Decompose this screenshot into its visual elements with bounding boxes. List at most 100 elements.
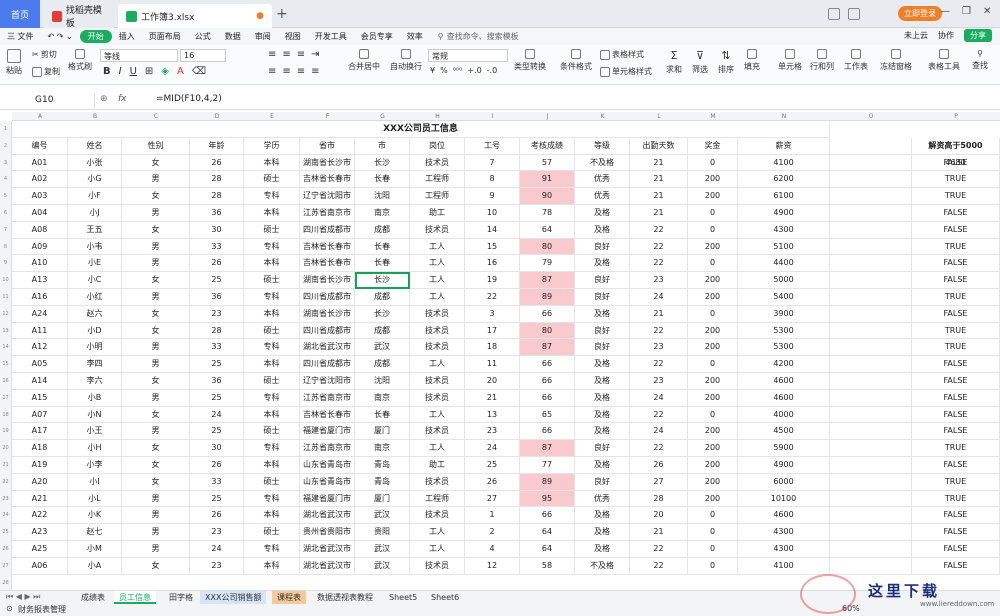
data-cell[interactable]: 良好 — [575, 289, 630, 306]
row-header[interactable]: 24 — [0, 507, 12, 525]
data-cell[interactable]: 女 — [122, 221, 190, 239]
number-format-select[interactable]: 常规 — [428, 49, 508, 62]
data-cell[interactable]: 200 — [688, 473, 738, 491]
data-cell[interactable]: 57 — [520, 154, 575, 172]
header-cell[interactable]: 考核成绩 — [520, 137, 575, 155]
empty-cell[interactable] — [830, 205, 912, 222]
row-header[interactable]: 16 — [0, 373, 12, 390]
restore-icon[interactable]: ❐ — [962, 6, 971, 17]
data-cell[interactable]: 23 — [630, 373, 688, 390]
data-cell[interactable]: 87 — [520, 339, 575, 357]
empty-cell[interactable] — [830, 171, 912, 189]
data-cell[interactable]: FALSE — [912, 457, 1000, 474]
tab-template[interactable]: 找稻壳模板 — [44, 4, 114, 29]
data-cell[interactable]: 湖北省武汉市 — [300, 507, 355, 525]
data-cell[interactable]: 9 — [465, 188, 520, 205]
data-cell[interactable]: 良好 — [575, 322, 630, 340]
data-cell[interactable]: 男 — [122, 289, 190, 306]
data-cell[interactable]: 小I — [68, 473, 122, 491]
header-cell[interactable]: 编号 — [12, 137, 68, 155]
sheet-tab[interactable]: 课程表 — [272, 591, 306, 604]
data-cell[interactable]: TRUE — [912, 188, 1000, 205]
data-cell[interactable]: 36 — [190, 289, 244, 306]
empty-cell[interactable] — [830, 389, 912, 407]
data-cell[interactable]: 27 — [465, 490, 520, 508]
data-cell[interactable]: 女 — [122, 557, 190, 575]
data-cell[interactable]: 22 — [630, 255, 688, 273]
data-cell[interactable]: 吉林省长春市 — [300, 171, 355, 189]
row-header[interactable]: 17 — [0, 389, 12, 407]
data-cell[interactable]: 及格 — [575, 389, 630, 407]
row-header[interactable]: 2 — [0, 137, 12, 155]
data-cell[interactable]: 12 — [465, 557, 520, 575]
data-cell[interactable]: TRUE — [912, 289, 1000, 306]
header-cell[interactable]: 年龄 — [190, 137, 244, 155]
data-cell[interactable]: 女 — [122, 373, 190, 390]
data-cell[interactable]: TRUE — [912, 473, 1000, 491]
data-cell[interactable]: 长春 — [355, 238, 410, 256]
data-cell[interactable]: 工人 — [410, 255, 465, 273]
data-cell[interactable]: 四川省成都市 — [300, 221, 355, 239]
row-header[interactable]: 7 — [0, 221, 12, 239]
data-cell[interactable]: 200 — [688, 272, 738, 289]
data-cell[interactable]: FALSE — [912, 255, 1000, 273]
data-cell[interactable]: 4200 — [738, 356, 830, 373]
empty-cell[interactable] — [830, 322, 912, 340]
cond-format-button[interactable]: 条件格式 — [560, 49, 592, 72]
data-cell[interactable]: 四川省成都市 — [300, 289, 355, 306]
data-cell[interactable]: 0 — [688, 255, 738, 273]
data-cell[interactable]: 南京 — [355, 440, 410, 457]
data-cell[interactable]: 男 — [122, 356, 190, 373]
empty-cell[interactable] — [830, 557, 912, 575]
data-cell[interactable]: 硕士 — [244, 423, 300, 441]
data-cell[interactable]: 工人 — [410, 272, 465, 289]
empty-cell[interactable] — [830, 305, 912, 323]
header-cell[interactable]: 学历 — [244, 137, 300, 155]
data-cell[interactable]: 28 — [190, 188, 244, 205]
data-cell[interactable]: 23 — [465, 423, 520, 441]
data-cell[interactable]: 66 — [520, 305, 575, 323]
data-cell[interactable]: 成都 — [355, 289, 410, 306]
data-cell[interactable]: 沈阳 — [355, 373, 410, 390]
data-cell[interactable]: 男 — [122, 339, 190, 357]
data-cell[interactable]: 吉林省长春市 — [300, 255, 355, 273]
data-cell[interactable]: 助工 — [410, 457, 465, 474]
data-cell[interactable]: 26 — [190, 154, 244, 172]
menu-file[interactable]: 三 文件 — [0, 31, 41, 42]
data-cell[interactable]: 87 — [520, 272, 575, 289]
data-cell[interactable]: 91 — [520, 171, 575, 189]
data-cell[interactable]: 26 — [630, 457, 688, 474]
data-cell[interactable]: 男 — [122, 507, 190, 525]
data-cell[interactable]: 200 — [688, 490, 738, 508]
data-cell[interactable]: 武汉 — [355, 541, 410, 558]
data-cell[interactable]: 23 — [190, 305, 244, 323]
cloud-status[interactable]: 未上云 — [904, 30, 928, 41]
data-cell[interactable]: 200 — [688, 238, 738, 256]
data-cell[interactable]: FALSE — [912, 373, 1000, 390]
data-cell[interactable]: 福建省厦门市 — [300, 423, 355, 441]
empty-cell[interactable] — [830, 356, 912, 373]
status-label[interactable]: 财务报表管理 — [18, 604, 66, 615]
data-cell[interactable]: TRUE — [912, 238, 1000, 256]
data-cell[interactable]: 17 — [465, 322, 520, 340]
data-cell[interactable]: 小韦 — [68, 238, 122, 256]
data-cell[interactable]: 及格 — [575, 373, 630, 390]
data-cell[interactable]: 28 — [630, 490, 688, 508]
align-center-icon[interactable]: ≡ — [282, 66, 290, 77]
type-convert-button[interactable]: 类型转换 — [514, 49, 546, 72]
data-cell[interactable]: 79 — [520, 255, 575, 273]
data-cell[interactable]: 优秀 — [575, 490, 630, 508]
data-cell[interactable]: 成都 — [355, 356, 410, 373]
row-header[interactable]: 18 — [0, 406, 12, 424]
header-cell[interactable]: 市 — [355, 137, 410, 155]
freeze-button[interactable]: 冻结窗格 — [880, 49, 912, 72]
data-cell[interactable]: 及格 — [575, 524, 630, 541]
data-cell[interactable]: 80 — [520, 322, 575, 340]
data-cell[interactable]: 小J — [68, 205, 122, 222]
data-cell[interactable]: 湖北省武汉市 — [300, 339, 355, 357]
data-cell[interactable]: 工人 — [410, 238, 465, 256]
data-cell[interactable]: 山东省青岛市 — [300, 457, 355, 474]
data-cell[interactable]: 小H — [68, 440, 122, 457]
data-cell[interactable]: TRUE — [912, 339, 1000, 357]
data-cell[interactable]: 工程师 — [410, 490, 465, 508]
